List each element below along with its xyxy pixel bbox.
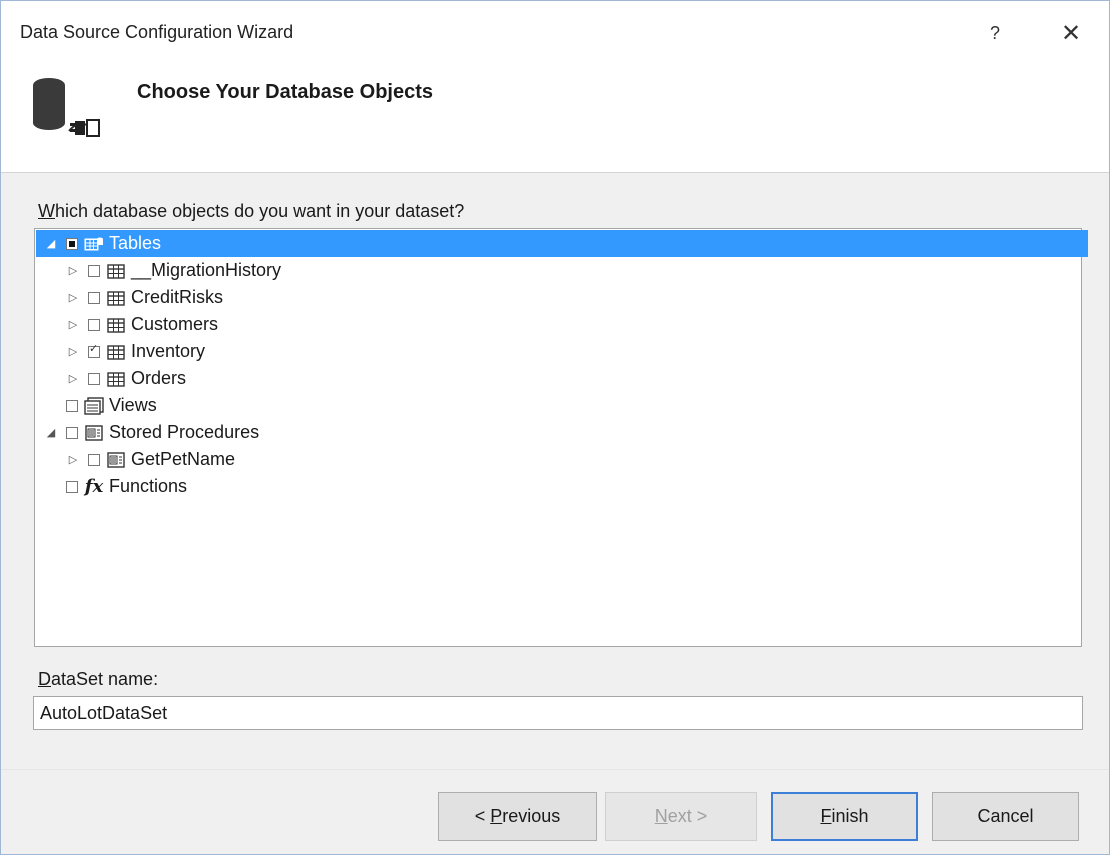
tree-item-checkbox[interactable] (88, 342, 100, 358)
page-heading: Choose Your Database Objects (137, 81, 434, 103)
tree-item-label: GetPetName (131, 449, 236, 469)
tree-item-views[interactable]: Views (36, 392, 157, 419)
cancel-button[interactable]: Cancel (932, 792, 1079, 841)
tree-item-label: __MigrationHistory (131, 260, 282, 280)
next-text: ext > (667, 806, 708, 826)
expand-arrow-icon[interactable]: ▷ (66, 318, 80, 331)
tree-item-checkbox[interactable] (66, 426, 78, 439)
window-title: Data Source Configuration Wizard (20, 22, 294, 42)
tree-item-checkbox[interactable] (88, 264, 100, 277)
views-icon (84, 396, 104, 415)
table-icon (106, 344, 126, 360)
close-button[interactable]: ✕ (1053, 15, 1089, 51)
dataset-name-input[interactable] (33, 696, 1083, 730)
tree-item-checkbox[interactable] (66, 237, 78, 250)
tree-item-creditrisks[interactable]: ▷ CreditRisks (36, 284, 223, 311)
tree-item-migrationhistory[interactable]: ▷ __MigrationHistory (36, 257, 281, 284)
dataset-label-access-key: D (38, 669, 51, 689)
tree-item-checkbox[interactable] (66, 399, 78, 412)
tree-item-tables[interactable]: ◢ Tables (36, 230, 1088, 257)
expand-arrow-icon[interactable]: ▷ (66, 291, 80, 304)
tree-item-functions[interactable]: fx Functions (36, 473, 187, 500)
dataset-label-text: ataSet name: (51, 669, 159, 689)
tree-item-label: Inventory (131, 341, 206, 361)
finish-access-key: F (820, 806, 832, 826)
wizard-header: Choose Your Database Objects (1, 65, 1109, 173)
stored-procedure-icon (84, 424, 104, 441)
title-bar: Data Source Configuration Wizard ? ✕ (1, 1, 1109, 65)
table-icon (106, 263, 126, 279)
next-access-key: N (654, 806, 668, 826)
table-icon (106, 371, 126, 387)
objects-prompt: Which database objects do you want in yo… (38, 201, 464, 222)
previous-text: revious (502, 806, 561, 826)
tree-item-stored-procedures[interactable]: ◢ Stored Procedures (36, 419, 259, 446)
tree-item-checkbox[interactable] (88, 291, 100, 304)
tree-item-label: Customers (131, 314, 219, 334)
tree-item-label: Orders (131, 368, 187, 388)
collapse-arrow-icon[interactable]: ◢ (44, 237, 58, 250)
stored-procedure-icon (106, 451, 126, 468)
prompt-text: hich database objects do you want in you… (55, 201, 465, 221)
finish-button[interactable]: Finish (771, 792, 918, 841)
expand-arrow-icon[interactable]: ▷ (66, 453, 80, 466)
tables-icon (84, 236, 104, 252)
tree-item-getpetname[interactable]: ▷ GetPetName (36, 446, 235, 473)
previous-prefix: < (474, 806, 491, 826)
previous-access-key: P (490, 806, 503, 826)
next-button[interactable]: Next > (605, 792, 757, 841)
dataset-name-label: DataSet name: (38, 669, 158, 690)
previous-button[interactable]: < Previous (438, 792, 597, 841)
table-icon (106, 317, 126, 333)
collapse-arrow-icon[interactable]: ◢ (44, 426, 58, 439)
tree-item-customers[interactable]: ▷ Customers (36, 311, 218, 338)
prompt-access-key: W (38, 201, 55, 221)
tree-item-checkbox[interactable] (88, 453, 100, 466)
database-connection-icon (31, 73, 115, 148)
expand-arrow-icon[interactable]: ▷ (66, 372, 80, 385)
expand-arrow-icon[interactable]: ▷ (66, 345, 80, 358)
table-icon (106, 290, 126, 306)
tree-item-checkbox[interactable] (88, 318, 100, 331)
tree-item-label: Tables (109, 233, 162, 253)
tree-item-inventory[interactable]: ▷ Inventory (36, 338, 205, 365)
finish-text: inish (831, 806, 869, 826)
tree-item-checkbox[interactable] (66, 480, 78, 493)
expand-arrow-icon[interactable]: ▷ (66, 264, 80, 277)
wizard-window: Data Source Configuration Wizard ? ✕ Cho… (0, 0, 1110, 855)
help-button[interactable]: ? (977, 15, 1013, 51)
tree-item-label: CreditRisks (131, 287, 224, 307)
tree-item-label: Views (109, 395, 157, 415)
function-icon: fx (84, 476, 104, 497)
tree-item-label: Stored Procedures (109, 422, 260, 442)
footer-divider (1, 769, 1109, 770)
database-objects-tree[interactable]: ◢ Tables ▷ __MigrationHistory ▷ CreditRisks ▷ C… (34, 228, 1088, 647)
tree-item-label: Functions (109, 476, 188, 496)
tree-item-checkbox[interactable] (88, 372, 100, 385)
tree-item-orders[interactable]: ▷ Orders (36, 365, 186, 392)
